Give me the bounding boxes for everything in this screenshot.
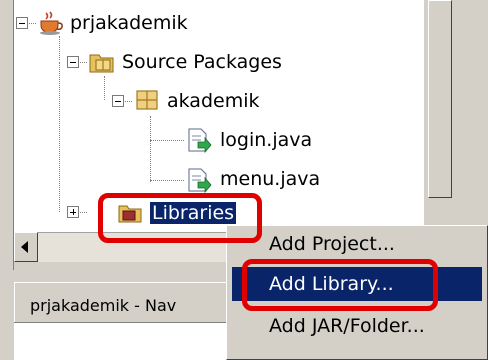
tree-item-project[interactable]: prjakademik xyxy=(70,11,188,35)
tree-connector xyxy=(150,140,184,141)
libraries-icon xyxy=(118,199,142,229)
projects-tree-panel[interactable]: prjakademik Source Packages akademik log… xyxy=(14,0,424,232)
tree-item-file[interactable]: login.java xyxy=(220,128,312,152)
source-packages-icon xyxy=(89,50,115,78)
left-frame xyxy=(0,0,14,360)
menu-item-add-project[interactable]: Add Project... xyxy=(232,227,482,261)
tree-connector xyxy=(150,180,184,181)
coffee-cup-icon xyxy=(38,10,64,40)
package-icon xyxy=(135,88,159,116)
tree-item-libraries[interactable]: Libraries xyxy=(150,201,237,225)
collapse-toggle[interactable] xyxy=(16,17,28,29)
menu-item-add-library[interactable]: Add Library... xyxy=(232,267,482,301)
java-file-icon xyxy=(186,127,212,157)
menu-item-add-jar-folder[interactable]: Add JAR/Folder... xyxy=(232,309,482,343)
java-file-icon xyxy=(186,167,212,197)
tree-item-package[interactable]: akademik xyxy=(167,89,260,113)
arrow-left-icon xyxy=(21,241,28,253)
collapse-toggle[interactable] xyxy=(67,56,79,68)
collapse-toggle[interactable] xyxy=(112,95,124,107)
expand-toggle[interactable] xyxy=(67,206,79,218)
tree-connector xyxy=(104,76,105,100)
tree-connector xyxy=(150,116,151,182)
tree-item-file[interactable]: menu.java xyxy=(220,167,320,191)
vertical-scrollbar-thumb[interactable] xyxy=(428,0,452,198)
libraries-label[interactable]: Libraries xyxy=(150,202,237,224)
tree-item-source-packages[interactable]: Source Packages xyxy=(122,50,282,74)
tab-navigator-label[interactable]: prjakademik - Nav xyxy=(30,296,176,315)
tree-connector xyxy=(59,62,60,212)
scroll-left-button[interactable] xyxy=(14,232,38,262)
